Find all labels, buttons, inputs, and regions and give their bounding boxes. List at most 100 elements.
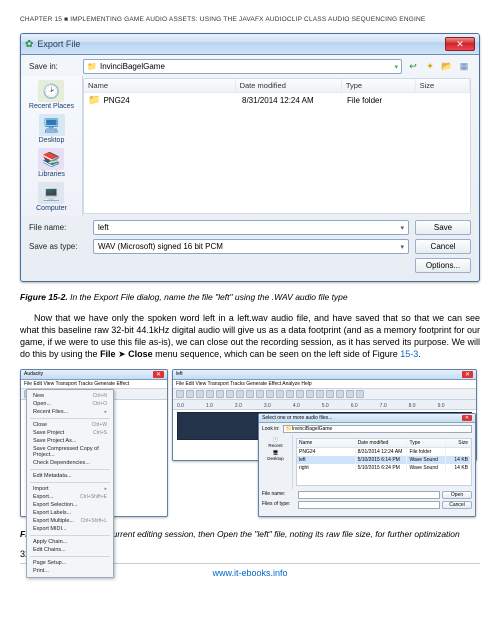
menu-item[interactable]: Export Multiple...: [33, 518, 74, 524]
dialog-title: Export File: [37, 39, 441, 49]
col-date[interactable]: Date modified: [356, 439, 408, 447]
lookin-dropdown[interactable]: 📁 InvinciBagelGame: [283, 425, 472, 433]
figure-label: Figure 15-2.: [20, 292, 68, 302]
save-button[interactable]: Save: [415, 220, 471, 235]
export-icon: ✿: [25, 39, 33, 50]
timeline-ruler[interactable]: 0.01.02.03.04.05.06.07.08.09.0: [173, 400, 476, 410]
sidebar-item-libraries[interactable]: 📚 Libraries: [38, 148, 65, 178]
para-text: menu sequence, which can be seen on the …: [153, 349, 401, 359]
cell-type: File folder: [347, 96, 417, 105]
sidebar-item-recent[interactable]: 🕑Recent: [268, 437, 282, 448]
back-icon[interactable]: ↩: [406, 60, 420, 74]
sidebar-item-computer[interactable]: 💻 Computer: [36, 182, 67, 212]
savein-value: InvinciBagelGame: [100, 62, 165, 71]
export-file-dialog: ✿ Export File ✕ Save in: 📁 InvinciBagelG…: [20, 33, 480, 282]
cancel-button[interactable]: Cancel: [415, 239, 471, 254]
file-menu-dropdown[interactable]: NewCtrl+N Open...Ctrl+O Recent Files...▸…: [26, 389, 114, 578]
file-list[interactable]: Name Date modified Type Size 📁PNG24 8/31…: [83, 78, 471, 214]
col-type[interactable]: Type: [342, 79, 416, 92]
figure-ref-link[interactable]: 15-3: [400, 349, 418, 359]
sidebar-item-desktop[interactable]: 🖥 Desktop: [39, 114, 65, 144]
table-row[interactable]: 📁PNG24 8/31/2014 12:24 AM File folder: [84, 93, 470, 108]
close-icon[interactable]: ✕: [462, 415, 472, 421]
menu-item[interactable]: Export...: [33, 494, 53, 500]
col-date[interactable]: Date modified: [236, 79, 342, 92]
sidebar-label: Desktop: [39, 137, 65, 144]
table-row-selected[interactable]: left5/10/2015 6:14 PMWave Sound14 KB: [297, 456, 471, 464]
lookin-label: Look in:: [262, 426, 280, 432]
menu-item[interactable]: Open...: [33, 401, 51, 407]
table-row[interactable]: right5/10/2015 6:24 PMWave Sound14 KB: [297, 464, 471, 472]
chapter-header: CHAPTER 15 ■ IMPLEMENTING GAME AUDIO ASS…: [20, 16, 480, 23]
places-sidebar: 🕑 Recent Places 🖥 Desktop 📚 Libraries 💻 …: [21, 76, 83, 216]
dialog-titlebar: Select one or more audio files...✕: [259, 414, 475, 423]
dialog-titlebar: ✿ Export File ✕: [21, 34, 479, 55]
figure-15-3-composite: Audacity✕ File Edit View Transport Track…: [20, 369, 480, 519]
filetype-dropdown[interactable]: [298, 501, 440, 509]
options-button[interactable]: Options...: [415, 258, 471, 273]
col-size[interactable]: Size: [446, 439, 471, 447]
menu-item[interactable]: Save Project: [33, 430, 64, 436]
lookin-value: InvinciBagelGame: [292, 426, 333, 432]
menu-item[interactable]: Save Project As...: [33, 438, 76, 444]
menu-item[interactable]: Recent Files...: [33, 409, 68, 415]
savetype-dropdown[interactable]: WAV (Microsoft) signed 16 bit PCM ▾: [93, 239, 409, 254]
body-paragraph: Now that we have only the spoken word le…: [20, 312, 480, 361]
figure-text: In the Export File dialog, name the file…: [68, 292, 348, 302]
libraries-icon: 📚: [38, 148, 64, 170]
cell-name: PNG24: [103, 96, 129, 105]
file-table[interactable]: Name Date modified Type Size PNG248/31/2…: [296, 438, 472, 486]
window-titlebar: Audacity✕: [21, 370, 167, 380]
desktop-icon: 🖥: [39, 114, 65, 136]
sidebar-item-recent[interactable]: 🕑 Recent Places: [29, 80, 74, 110]
filename-label: File name:: [262, 491, 296, 499]
menu-item[interactable]: Page Setup...: [33, 560, 66, 566]
menu-item[interactable]: Edit Metadata...: [33, 473, 72, 479]
site-link[interactable]: www.it-ebooks.info: [212, 568, 287, 578]
sidebar-label: Libraries: [38, 171, 65, 178]
menu-item[interactable]: Print...: [33, 568, 49, 574]
para-text: .: [418, 349, 421, 359]
sidebar-item-desktop[interactable]: 🖥Desktop: [267, 450, 284, 461]
views-icon[interactable]: ▦: [457, 60, 471, 74]
menu-item[interactable]: Export Labels...: [33, 510, 71, 516]
close-icon[interactable]: ✕: [462, 371, 473, 378]
menu-item[interactable]: Close: [33, 422, 47, 428]
filename-input[interactable]: left ▾: [93, 220, 409, 235]
recent-icon: 🕑: [38, 80, 64, 102]
up-icon[interactable]: ✦: [423, 60, 437, 74]
chevron-down-icon: ▾: [400, 243, 404, 251]
col-name[interactable]: Name: [84, 79, 236, 92]
table-row[interactable]: PNG248/31/2014 12:24 AMFile folder: [297, 448, 471, 456]
para-bold: File: [100, 349, 116, 359]
savetype-value: WAV (Microsoft) signed 16 bit PCM: [98, 242, 223, 251]
menu-item[interactable]: Edit Chains...: [33, 547, 66, 553]
window-titlebar: left✕: [173, 370, 476, 380]
menu-item[interactable]: New: [33, 393, 44, 399]
col-name[interactable]: Name: [297, 439, 356, 447]
filename-input[interactable]: [298, 491, 440, 499]
menu-item[interactable]: Export MIDI...: [33, 526, 67, 532]
open-file-dialog: Select one or more audio files...✕ Look …: [258, 413, 476, 517]
new-folder-icon[interactable]: 📂: [440, 60, 454, 74]
close-button[interactable]: ✕: [445, 37, 475, 51]
toolbar[interactable]: [173, 389, 476, 400]
places-sidebar: 🕑Recent 🖥Desktop: [259, 435, 293, 489]
menu-item[interactable]: Apply Chain...: [33, 539, 67, 545]
menu-item[interactable]: Import: [33, 486, 49, 492]
cancel-button[interactable]: Cancel: [442, 501, 472, 509]
menu-item[interactable]: Export Selection...: [33, 502, 78, 508]
menu-item[interactable]: Check Dependencies...: [33, 460, 90, 466]
chevron-down-icon: ▾: [394, 63, 398, 71]
savein-dropdown[interactable]: 📁 InvinciBagelGame ▾: [83, 59, 402, 74]
figure-caption-15-2: Figure 15-2. In the Export File dialog, …: [20, 292, 480, 302]
col-size[interactable]: Size: [416, 79, 470, 92]
close-icon[interactable]: ✕: [153, 371, 164, 378]
computer-icon: 💻: [38, 182, 64, 204]
menu-item[interactable]: Save Compressed Copy of Project...: [33, 446, 107, 458]
open-button[interactable]: Open: [442, 491, 472, 499]
col-type[interactable]: Type: [407, 439, 445, 447]
menubar[interactable]: File Edit View Transport Tracks Generate…: [173, 380, 476, 389]
menubar[interactable]: File Edit View Transport Tracks Generate…: [21, 380, 167, 389]
para-bold: Close: [128, 349, 153, 359]
